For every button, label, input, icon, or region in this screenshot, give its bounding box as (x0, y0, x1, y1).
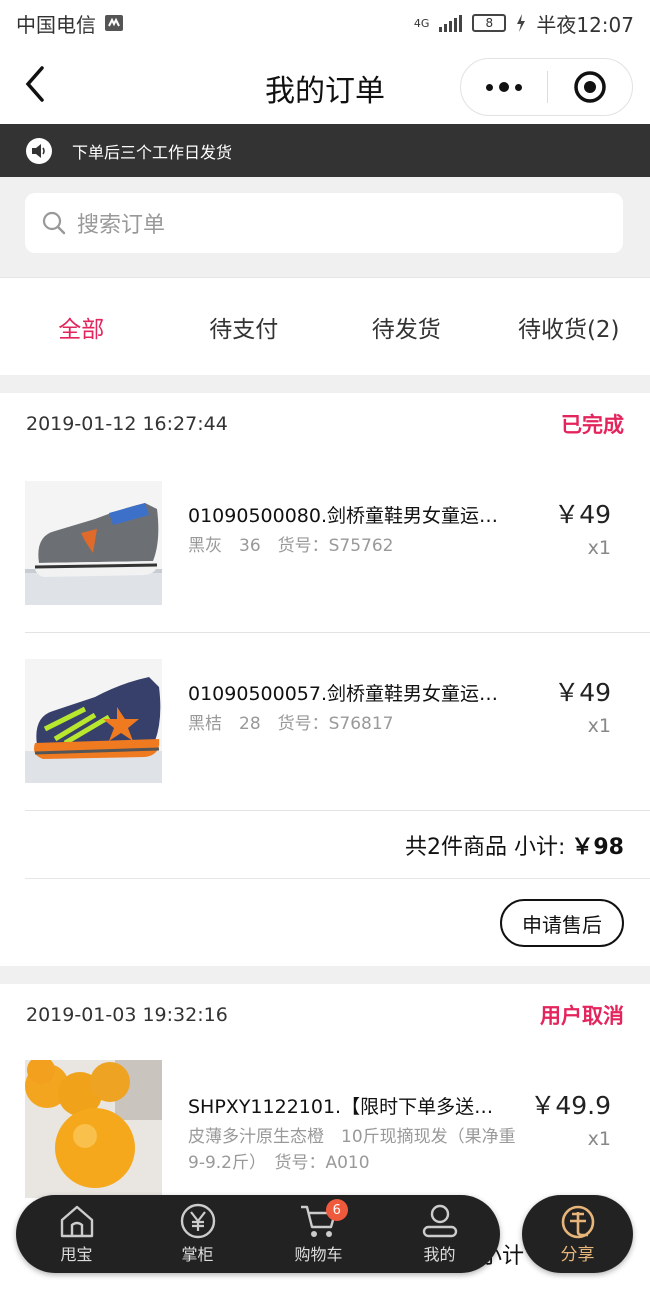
item-price: ￥49 (554, 678, 611, 707)
tabbar-label: 我的 (423, 1245, 456, 1264)
item-spec: 皮薄多汁原生态橙 10斤现摘现发（果净重9-9.2斤） 货号：A010 (188, 1127, 516, 1173)
tabbar-item-shopkeeper[interactable]: 掌柜 (137, 1203, 258, 1265)
item-qty: x1 (587, 1128, 611, 1150)
item-qty: x1 (587, 537, 611, 559)
summary-label: 共2件商品 小计: (404, 834, 566, 860)
order-time: 2019-01-12 16:27:44 (26, 413, 228, 435)
order-filter-tabs: 全部 待支付 待发货 待收货(2) (0, 277, 650, 375)
order-status: 已完成 (561, 413, 624, 437)
item-title: 01090500057.剑桥童鞋男女童运… (188, 683, 498, 705)
status-left: 中国电信 (16, 9, 124, 38)
item-title: 01090500080.剑桥童鞋男女童运… (188, 505, 498, 527)
search-icon (42, 211, 66, 235)
tabbar-label: 掌柜 (181, 1245, 214, 1264)
share-label: 分享 (560, 1244, 595, 1265)
yen-icon (180, 1203, 215, 1239)
item-price: ￥49.9 (530, 1091, 611, 1120)
tab-all[interactable]: 全部 (0, 310, 163, 344)
battery-level: 8 (485, 16, 494, 30)
tabbar-label: 甩宝 (60, 1245, 93, 1264)
more-dot-icon (515, 83, 522, 91)
apply-after-sale-button[interactable]: 申请售后 (500, 899, 624, 947)
battery-icon: 8 (472, 14, 507, 32)
order-card[interactable]: 2019-01-12 16:27:44 已完成 01090500080.剑桥童鞋… (0, 393, 650, 966)
item-spec: 黑桔 28 货号：S76817 (188, 714, 394, 734)
status-right: 4G 8 半夜12:07 (414, 9, 634, 38)
item-title: SHPXY1122101.【限时下单多送… (188, 1096, 494, 1118)
signal-icon (439, 14, 463, 32)
more-dot-icon (499, 82, 509, 92)
order-item[interactable]: 01090500080.剑桥童鞋男女童运… 黑灰 36 货号：S75762 ￥4… (25, 455, 650, 633)
tabbar-item-cart[interactable]: 6 购物车 (258, 1199, 379, 1265)
item-price: ￥49 (554, 500, 611, 529)
shipping-notice-bar: 下单后三个工作日发货 (0, 124, 650, 177)
more-dot-icon (486, 83, 493, 91)
tab-pending-receipt[interactable]: 待收货(2) (488, 310, 650, 344)
search-section: 搜索订单 (0, 177, 650, 277)
order-summary: 共2件商品 小计: ￥98 (25, 811, 650, 879)
close-miniapp-button[interactable] (548, 70, 632, 104)
search-placeholder: 搜索订单 (77, 213, 166, 238)
tab-pending-shipment[interactable]: 待发货 (325, 310, 488, 344)
order-header: 2019-01-12 16:27:44 已完成 (0, 393, 650, 455)
bottom-tab-bar: 甩宝 掌柜 6 购物车 我的 (16, 1195, 500, 1273)
item-qty: x1 (587, 715, 611, 737)
tabbar-item-mine[interactable]: 我的 (379, 1203, 500, 1265)
notice-text: 下单后三个工作日发货 (72, 142, 233, 162)
share-logo-icon (561, 1205, 594, 1238)
carrier-app-icon (105, 15, 123, 31)
more-button[interactable] (461, 59, 547, 115)
home-icon (60, 1205, 93, 1238)
order-status: 用户取消 (540, 1004, 624, 1028)
order-item[interactable]: 01090500057.剑桥童鞋男女童运… 黑桔 28 货号：S76817 ￥4… (25, 633, 650, 811)
orange-fruit-image (25, 1060, 162, 1198)
order-header: 2019-01-03 19:32:16 用户取消 (0, 984, 650, 1046)
target-close-icon (574, 71, 606, 103)
miniapp-capsule (460, 58, 633, 116)
cart-count-badge: 6 (325, 1199, 348, 1221)
order-actions: 申请售后 (0, 879, 650, 967)
carrier-label: 中国电信 (16, 12, 96, 37)
tabbar-item-home[interactable]: 甩宝 (16, 1203, 137, 1265)
network-label: 4G (413, 16, 430, 30)
speaker-icon (26, 137, 52, 164)
item-spec: 黑灰 36 货号：S75762 (188, 536, 394, 556)
nav-bar: 我的订单 (0, 46, 650, 124)
charging-icon (517, 14, 526, 32)
summary-total: ￥98 (571, 834, 624, 860)
user-icon (422, 1204, 457, 1238)
search-input[interactable]: 搜索订单 (25, 193, 623, 253)
status-bar: 中国电信 4G 8 半夜12:07 (0, 0, 650, 46)
gray-sneaker-image (25, 481, 162, 605)
order-time: 2019-01-03 19:32:16 (26, 1004, 228, 1026)
tab-pending-payment[interactable]: 待支付 (163, 310, 326, 344)
clock-label: 半夜12:07 (536, 12, 634, 37)
orange-sneaker-image (25, 659, 162, 783)
share-button[interactable]: 分享 (522, 1195, 633, 1273)
tabbar-label: 购物车 (294, 1245, 343, 1264)
